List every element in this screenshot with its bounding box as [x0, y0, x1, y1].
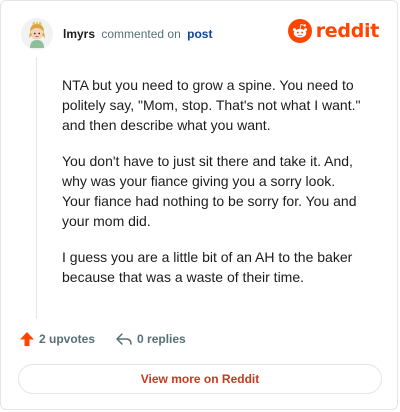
reply-button[interactable]: 0 replies [115, 331, 186, 347]
post-link[interactable]: post [187, 27, 212, 41]
view-more-button[interactable]: View more on Reddit [18, 364, 382, 394]
upvote-count: 2 upvotes [39, 332, 96, 346]
avatar-icon [21, 18, 53, 50]
comment-header: lmyrs commented on post [21, 15, 212, 53]
upvote-arrow-icon [20, 332, 34, 346]
user-avatar[interactable] [21, 18, 53, 50]
comment-paragraph: You don't have to just sit there and tak… [62, 153, 357, 229]
comment-actions: 2 upvotes 0 replies [19, 331, 186, 347]
comment-meta: lmyrs commented on post [63, 26, 212, 42]
action-text: commented on [101, 27, 181, 41]
author-name[interactable]: lmyrs [63, 27, 95, 41]
reply-arrow-icon [116, 333, 132, 345]
reply-count: 0 replies [137, 332, 186, 346]
comment-body: NTA but you need to grow a spine. You ne… [62, 75, 362, 303]
thread-line [36, 57, 37, 319]
reddit-brand[interactable]: reddit [287, 19, 380, 43]
reddit-wordmark: reddit [315, 20, 380, 42]
comment-paragraph: I guess you are a little bit of an AH to… [62, 249, 353, 285]
upvote-button[interactable]: 2 upvotes [19, 331, 95, 347]
comment-card: lmyrs commented on post reddit NTA but y… [0, 0, 398, 410]
comment-paragraph: NTA but you need to grow a spine. You ne… [62, 77, 361, 133]
reddit-logo-icon [287, 19, 312, 43]
